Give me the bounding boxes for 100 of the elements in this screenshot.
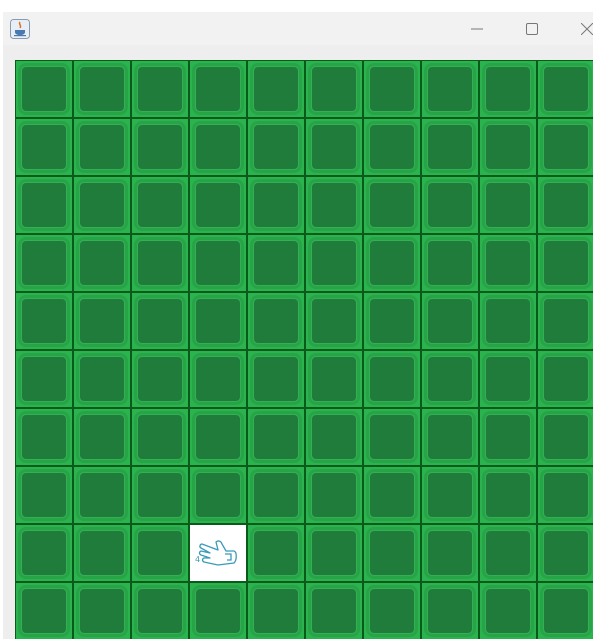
covered-tile[interactable] xyxy=(480,467,536,523)
covered-tile[interactable] xyxy=(16,583,72,639)
covered-tile[interactable] xyxy=(364,351,420,407)
covered-tile[interactable] xyxy=(364,409,420,465)
covered-tile[interactable] xyxy=(538,61,593,117)
covered-tile[interactable] xyxy=(422,583,478,639)
covered-tile[interactable] xyxy=(74,293,130,349)
covered-tile[interactable] xyxy=(132,235,188,291)
covered-tile[interactable] xyxy=(480,351,536,407)
maximize-icon[interactable] xyxy=(526,22,538,34)
covered-tile[interactable] xyxy=(306,119,362,175)
covered-tile[interactable] xyxy=(538,351,593,407)
covered-tile[interactable] xyxy=(538,235,593,291)
covered-tile[interactable] xyxy=(248,177,304,233)
covered-tile[interactable] xyxy=(190,177,246,233)
covered-tile[interactable] xyxy=(480,119,536,175)
covered-tile[interactable] xyxy=(248,235,304,291)
covered-tile[interactable] xyxy=(306,409,362,465)
covered-tile[interactable] xyxy=(132,525,188,581)
covered-tile[interactable] xyxy=(16,119,72,175)
covered-tile[interactable] xyxy=(74,119,130,175)
covered-tile[interactable] xyxy=(190,293,246,349)
covered-tile[interactable] xyxy=(74,177,130,233)
covered-tile[interactable] xyxy=(364,235,420,291)
covered-tile[interactable] xyxy=(16,525,72,581)
covered-tile[interactable] xyxy=(248,119,304,175)
covered-tile[interactable] xyxy=(480,583,536,639)
covered-tile[interactable] xyxy=(538,467,593,523)
covered-tile[interactable] xyxy=(248,351,304,407)
covered-tile[interactable] xyxy=(190,61,246,117)
covered-tile[interactable] xyxy=(306,467,362,523)
covered-tile[interactable] xyxy=(480,525,536,581)
close-icon[interactable] xyxy=(581,22,593,34)
covered-tile[interactable] xyxy=(132,119,188,175)
covered-tile[interactable] xyxy=(248,409,304,465)
covered-tile[interactable] xyxy=(480,293,536,349)
covered-tile[interactable] xyxy=(16,61,72,117)
covered-tile[interactable] xyxy=(422,61,478,117)
covered-tile[interactable] xyxy=(480,61,536,117)
covered-tile[interactable] xyxy=(16,293,72,349)
covered-tile[interactable] xyxy=(74,409,130,465)
covered-tile[interactable] xyxy=(132,351,188,407)
covered-tile[interactable] xyxy=(248,61,304,117)
covered-tile[interactable] xyxy=(364,293,420,349)
covered-tile[interactable] xyxy=(74,61,130,117)
covered-tile[interactable] xyxy=(364,467,420,523)
covered-tile[interactable] xyxy=(538,525,593,581)
covered-tile[interactable] xyxy=(364,119,420,175)
covered-tile[interactable] xyxy=(364,177,420,233)
covered-tile[interactable] xyxy=(74,467,130,523)
covered-tile[interactable] xyxy=(422,525,478,581)
covered-tile[interactable] xyxy=(480,235,536,291)
covered-tile[interactable] xyxy=(306,177,362,233)
covered-tile[interactable] xyxy=(422,351,478,407)
covered-tile[interactable] xyxy=(16,235,72,291)
covered-tile[interactable] xyxy=(190,119,246,175)
covered-tile[interactable] xyxy=(364,583,420,639)
covered-tile[interactable] xyxy=(132,467,188,523)
covered-tile[interactable] xyxy=(480,177,536,233)
covered-tile[interactable] xyxy=(190,467,246,523)
covered-tile[interactable] xyxy=(248,583,304,639)
covered-tile[interactable] xyxy=(190,235,246,291)
covered-tile[interactable] xyxy=(16,177,72,233)
covered-tile[interactable] xyxy=(538,409,593,465)
covered-tile[interactable] xyxy=(74,583,130,639)
revealed-tile[interactable]: 4 xyxy=(190,525,246,581)
covered-tile[interactable] xyxy=(248,467,304,523)
covered-tile[interactable] xyxy=(306,235,362,291)
covered-tile[interactable] xyxy=(16,351,72,407)
covered-tile[interactable] xyxy=(306,293,362,349)
covered-tile[interactable] xyxy=(306,61,362,117)
covered-tile[interactable] xyxy=(538,293,593,349)
covered-tile[interactable] xyxy=(74,235,130,291)
covered-tile[interactable] xyxy=(74,525,130,581)
covered-tile[interactable] xyxy=(16,467,72,523)
covered-tile[interactable] xyxy=(132,583,188,639)
covered-tile[interactable] xyxy=(422,119,478,175)
covered-tile[interactable] xyxy=(132,293,188,349)
covered-tile[interactable] xyxy=(306,583,362,639)
covered-tile[interactable] xyxy=(364,61,420,117)
covered-tile[interactable] xyxy=(306,351,362,407)
covered-tile[interactable] xyxy=(190,351,246,407)
covered-tile[interactable] xyxy=(190,409,246,465)
covered-tile[interactable] xyxy=(16,409,72,465)
covered-tile[interactable] xyxy=(190,583,246,639)
covered-tile[interactable] xyxy=(132,61,188,117)
covered-tile[interactable] xyxy=(538,583,593,639)
covered-tile[interactable] xyxy=(74,351,130,407)
covered-tile[interactable] xyxy=(538,177,593,233)
covered-tile[interactable] xyxy=(306,525,362,581)
covered-tile[interactable] xyxy=(422,177,478,233)
covered-tile[interactable] xyxy=(364,525,420,581)
covered-tile[interactable] xyxy=(480,409,536,465)
covered-tile[interactable] xyxy=(248,525,304,581)
covered-tile[interactable] xyxy=(248,293,304,349)
covered-tile[interactable] xyxy=(132,409,188,465)
covered-tile[interactable] xyxy=(538,119,593,175)
covered-tile[interactable] xyxy=(422,409,478,465)
covered-tile[interactable] xyxy=(422,235,478,291)
covered-tile[interactable] xyxy=(132,177,188,233)
